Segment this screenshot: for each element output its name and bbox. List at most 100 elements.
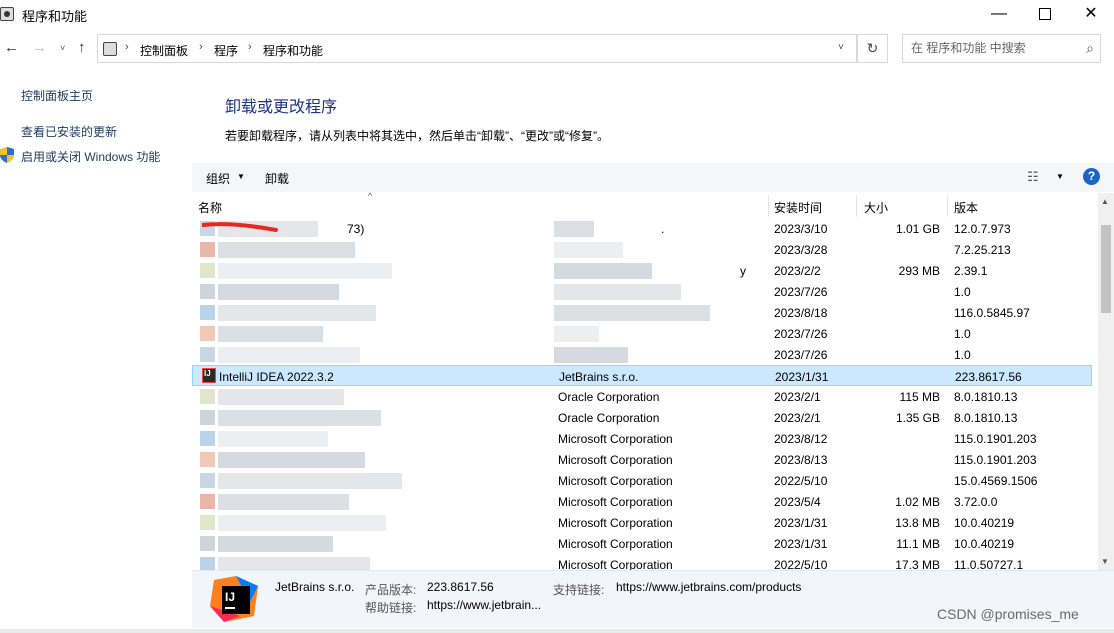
column-divider[interactable] <box>947 195 948 217</box>
program-installed-on: 2023/7/26 <box>774 348 828 362</box>
vertical-scrollbar[interactable]: ▲ ▼ <box>1098 193 1114 570</box>
table-row[interactable]: 2023/7/26 1.0 <box>192 344 1092 365</box>
redacted-publisher <box>554 242 623 258</box>
program-size: 1.35 GB <box>895 411 940 425</box>
control-panel-location-icon <box>103 42 117 56</box>
breadcrumb-separator-icon[interactable]: › <box>199 41 203 53</box>
program-size: 17.3 MB <box>895 558 940 570</box>
program-version: 8.0.1810.13 <box>954 390 1018 404</box>
program-size: 11.1 MB <box>896 537 940 551</box>
redacted-name <box>218 326 323 342</box>
program-publisher: . <box>661 222 665 236</box>
organize-button[interactable]: 组织 <box>206 170 230 187</box>
column-divider[interactable] <box>768 195 769 217</box>
program-icon <box>200 263 215 278</box>
table-row[interactable]: y 2023/2/2 293 MB 2.39.1 <box>192 260 1092 281</box>
back-arrow-icon[interactable]: ← <box>4 39 19 56</box>
column-divider[interactable] <box>856 195 857 217</box>
program-publisher: JetBrains s.r.o. <box>559 370 639 384</box>
breadcrumb-separator-icon[interactable]: › <box>125 41 129 53</box>
forward-arrow-icon[interactable]: → <box>32 39 47 56</box>
search-icon[interactable]: ⌕ <box>1086 40 1094 57</box>
table-row[interactable]: Microsoft Corporation 2023/1/31 11.1 MB 10.… <box>192 533 1092 554</box>
view-options-icon[interactable]: ☷ <box>1027 169 1039 185</box>
redacted-name <box>218 284 339 300</box>
page-description: 若要卸载程序，请从列表中将其选中，然后单击“卸载”、“更改”或“修复”。 <box>225 129 609 143</box>
table-row[interactable]: 2023/8/18 116.0.5845.97 <box>192 302 1092 323</box>
up-arrow-icon[interactable]: ↑ <box>78 39 86 56</box>
support-link[interactable]: https://www.jetbrains.com/products <box>616 580 801 594</box>
search-box[interactable]: ⌕ <box>902 34 1101 63</box>
table-row[interactable]: 2023/7/26 1.0 <box>192 281 1092 302</box>
program-icon <box>200 242 215 257</box>
address-dropdown-icon[interactable]: ˅ <box>838 42 844 53</box>
help-link[interactable]: https://www.jetbrain... <box>427 598 541 612</box>
windows-features-link[interactable]: 启用或关闭 Windows 功能 <box>21 148 160 165</box>
program-publisher: Microsoft Corporation <box>558 453 673 467</box>
table-row[interactable]: Microsoft Corporation 2023/5/4 1.02 MB 3.72… <box>192 491 1092 512</box>
help-icon[interactable]: ? <box>1083 168 1100 185</box>
redacted-name <box>218 494 349 510</box>
table-row[interactable]: 2023/3/28 7.2.25.213 <box>192 239 1092 260</box>
maximize-button[interactable] <box>1022 0 1068 30</box>
program-version: 10.0.40219 <box>954 516 1015 530</box>
window-title: 程序和功能 <box>22 9 88 24</box>
organize-dropdown-icon[interactable]: ▼ <box>237 172 245 181</box>
breadcrumb-control-panel[interactable]: 控制面板 <box>140 42 188 59</box>
program-icon <box>200 389 215 404</box>
control-panel-home-link[interactable]: 控制面板主页 <box>21 87 93 104</box>
program-installed-on: 2022/5/10 <box>774 558 828 570</box>
close-button[interactable]: ✕ <box>1068 0 1114 30</box>
table-row[interactable]: 2023/7/26 1.0 <box>192 323 1092 344</box>
redacted-name <box>218 473 402 489</box>
program-version: 3.72.0.0 <box>954 495 998 509</box>
breadcrumb-separator-icon[interactable]: › <box>248 41 252 53</box>
table-row[interactable]: Microsoft Corporation 2022/5/10 17.3 MB 11.… <box>192 554 1092 570</box>
page-title: 卸载或更改程序 <box>225 99 338 116</box>
table-row-selected[interactable]: IntelliJ IDEA 2022.3.2 JetBrains s.r.o. 20… <box>192 365 1092 386</box>
table-row[interactable]: 73). 2023/3/10 1.01 GB 12.0.7.973 <box>192 218 1092 239</box>
program-icon <box>200 347 215 362</box>
table-row[interactable]: Microsoft Corporation 2023/8/13 115.0.1901… <box>192 449 1092 470</box>
program-icon <box>200 431 215 446</box>
program-publisher: Microsoft Corporation <box>558 432 673 446</box>
table-row[interactable]: Oracle Corporation 2023/2/1 1.35 GB 8.0.181… <box>192 407 1092 428</box>
breadcrumb-programs[interactable]: 程序 <box>214 42 238 59</box>
table-row[interactable]: Microsoft Corporation 2023/8/12 115.0.1901… <box>192 428 1092 449</box>
table-row[interactable]: Oracle Corporation 2023/2/1 115 MB 8.0.1810… <box>192 386 1092 407</box>
program-publisher: Microsoft Corporation <box>558 537 673 551</box>
program-version: 7.2.25.213 <box>954 243 1011 257</box>
view-dropdown-icon[interactable]: ▼ <box>1056 172 1064 181</box>
intellij-idea-icon: IJ <box>210 576 258 622</box>
column-header-size[interactable]: 大小 <box>864 199 888 216</box>
scrollbar-thumb[interactable] <box>1101 225 1111 313</box>
recent-locations-chevron-icon[interactable]: ˅ <box>60 43 65 53</box>
bottom-edge <box>0 629 1114 633</box>
scroll-down-icon[interactable]: ▼ <box>1101 557 1109 566</box>
search-input[interactable] <box>911 41 1071 55</box>
command-toolbar: 组织 ▼ 卸载 ☷ ▼ ? <box>192 163 1114 192</box>
table-row[interactable]: Microsoft Corporation 2022/5/10 15.0.4569.… <box>192 470 1092 491</box>
uninstall-button[interactable]: 卸载 <box>265 170 289 187</box>
program-icon <box>200 515 215 530</box>
scroll-up-icon[interactable]: ▲ <box>1101 197 1109 206</box>
minimize-button[interactable]: — <box>976 0 1022 30</box>
table-row[interactable]: Microsoft Corporation 2023/1/31 13.8 MB 10.… <box>192 512 1092 533</box>
view-installed-updates-link[interactable]: 查看已安装的更新 <box>21 123 117 140</box>
refresh-button[interactable]: ↻ <box>857 34 888 63</box>
breadcrumb-programs-features[interactable]: 程序和功能 <box>263 42 323 59</box>
redacted-publisher <box>554 263 652 279</box>
column-header-installed-on[interactable]: 安装时间 <box>774 199 822 216</box>
program-icon <box>200 305 215 320</box>
program-version: 8.0.1810.13 <box>954 411 1018 425</box>
address-bar[interactable]: › 控制面板 › 程序 › 程序和功能 ˅ <box>97 34 857 63</box>
program-icon <box>200 494 215 509</box>
column-header-version[interactable]: 版本 <box>954 199 978 216</box>
program-name: IntelliJ IDEA 2022.3.2 <box>219 370 334 384</box>
program-installed-on: 2023/8/13 <box>774 453 828 467</box>
program-version: 116.0.5845.97 <box>954 306 1030 320</box>
program-installed-on: 2023/7/26 <box>774 285 828 299</box>
program-icon <box>200 536 215 551</box>
redacted-name <box>218 389 344 405</box>
column-header-name[interactable]: 名称 <box>198 199 222 216</box>
